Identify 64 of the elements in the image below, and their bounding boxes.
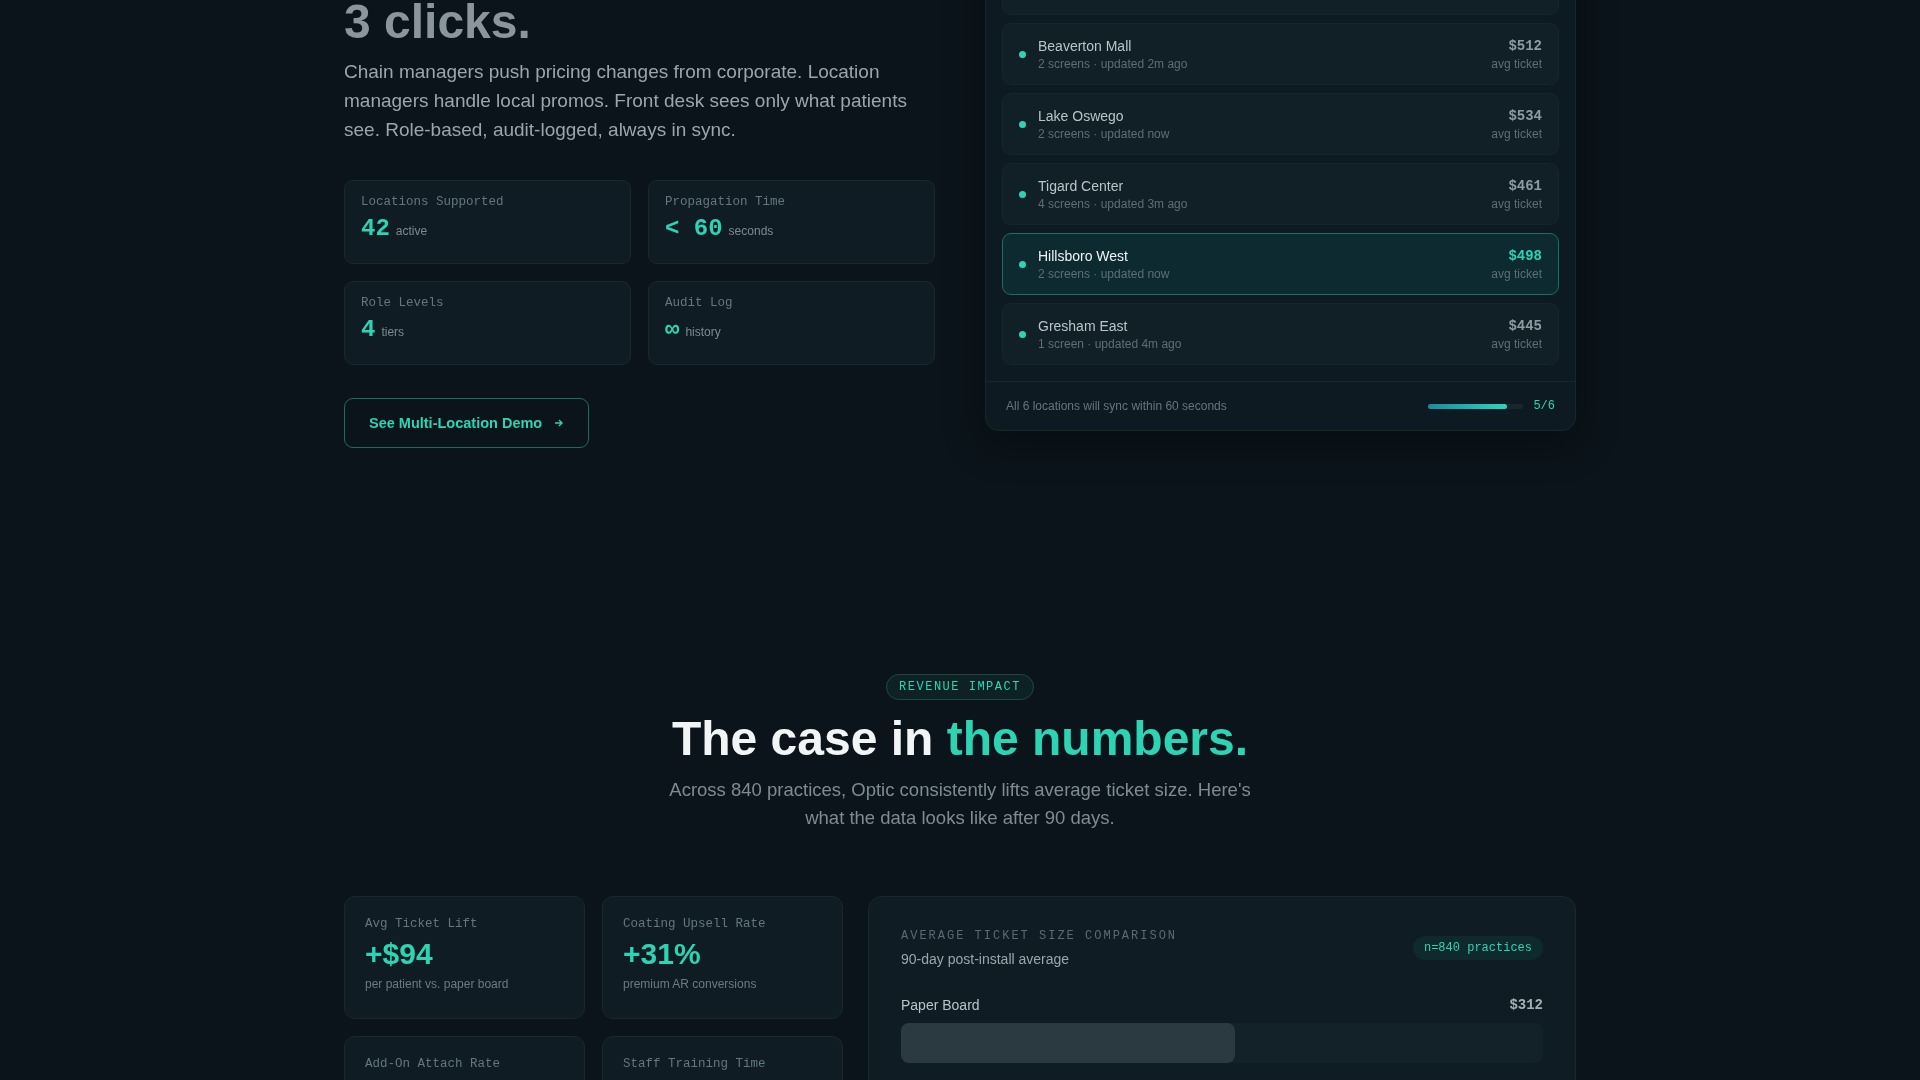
sync-status: All 6 locations will sync within 60 seconds: [1006, 399, 1227, 413]
stat-value: ∞: [665, 315, 680, 343]
metric-label: Staff Training Time: [623, 1057, 767, 1071]
section-description: Across 840 practices, Optic consistently lifts average ticket size. Here's what the data looks like after 90 days.: [668, 778, 1252, 830]
metric-caption: premium AR conversions: [623, 977, 758, 991]
stat-label: Audit Log: [665, 295, 734, 310]
status-dot: [1019, 330, 1026, 338]
comparison-subtitle: 90-day post-install average: [901, 951, 1071, 967]
stat-label: Locations Supported: [361, 194, 505, 209]
location-name: Gresham East: [1038, 317, 1129, 334]
stat-label: Role Levels: [361, 295, 445, 310]
location-price: $512: [1508, 37, 1542, 54]
price-label: avg ticket: [1491, 56, 1542, 71]
location-name: Hillsboro West: [1038, 247, 1129, 264]
metric-caption: per patient vs. paper board: [365, 977, 510, 991]
status-dot: [1019, 190, 1026, 198]
location-item[interactable]: Hillsboro West 2 screens · updated now $498 avg ticket: [1002, 233, 1559, 295]
stat-value: 4: [361, 315, 376, 343]
metric-value: +$94: [365, 937, 434, 971]
status-dot: [1019, 50, 1026, 58]
arrow-icon: [554, 417, 565, 428]
status-dot: [1019, 120, 1026, 128]
location-item[interactable]: Lake Oswego 2 screens · updated now $534 avg ticket: [1002, 93, 1559, 155]
stat-value: < 60: [665, 214, 723, 242]
metric-label: Avg Ticket Lift: [365, 917, 479, 931]
location-name: Beaverton Mall: [1038, 37, 1133, 54]
stat-unit: tiers: [381, 324, 405, 339]
location-price: $498: [1508, 247, 1542, 264]
stat-unit: active: [395, 223, 428, 238]
location-price: $534: [1508, 107, 1542, 124]
location-item[interactable]: Gresham East 1 screen · updated 4m ago $445 avg ticket: [1002, 303, 1559, 365]
section-description: Chain managers push pricing changes from corporate. Location managers handle local promos. Front desk sees only what patients see. Role-based, audit-logged, always in sync.: [344, 59, 908, 142]
section-heading: The case in the numbers.: [671, 710, 1249, 766]
price-label: avg ticket: [1491, 266, 1542, 281]
location-detail: 4 screens · updated 3m ago: [1038, 196, 1189, 211]
location-detail: 1 screen · updated 4m ago: [1038, 336, 1183, 351]
stat-value: 42: [361, 214, 390, 242]
metric-label: Add-On Attach Rate: [365, 1057, 502, 1071]
sync-count: 5/6: [1533, 399, 1555, 413]
price-label: avg ticket: [1491, 126, 1542, 141]
location-price: $461: [1508, 177, 1542, 194]
section-heading: 3 clicks.: [344, 0, 531, 49]
metric-value: +31%: [623, 937, 702, 971]
metric-label: Coating Upsell Rate: [623, 917, 767, 931]
location-detail: 2 screens · updated 2m ago: [1038, 56, 1189, 71]
location-detail: 2 screens · updated now: [1038, 126, 1171, 141]
status-dot: [1019, 260, 1026, 268]
comparison-title: AVERAGE TICKET SIZE COMPARISON: [901, 929, 1178, 943]
sample-badge: n=840 practices: [1412, 936, 1543, 960]
location-item[interactable]: Tigard Center 4 screens · updated 3m ago $461 avg ticket: [1002, 163, 1559, 225]
comparison-value: $312: [1509, 997, 1543, 1013]
location-detail: 2 screens · updated now: [1038, 266, 1171, 281]
comparison-label: Paper Board: [901, 997, 980, 1013]
stat-label: Propagation Time: [665, 194, 787, 209]
location-price: $445: [1508, 317, 1542, 334]
price-label: avg ticket: [1491, 336, 1542, 351]
section-badge: REVENUE IMPACT: [886, 673, 1034, 700]
stat-unit: seconds: [728, 223, 774, 238]
demo-button[interactable]: See Multi-Location Demo: [344, 397, 590, 448]
stat-unit: history: [685, 324, 721, 339]
location-item[interactable]: Beaverton Mall 2 screens · updated 2m ago $512 avg ticket: [1002, 23, 1559, 85]
price-label: avg ticket: [1491, 196, 1542, 211]
location-name: Lake Oswego: [1038, 107, 1125, 124]
location-name: Tigard Center: [1038, 177, 1125, 194]
